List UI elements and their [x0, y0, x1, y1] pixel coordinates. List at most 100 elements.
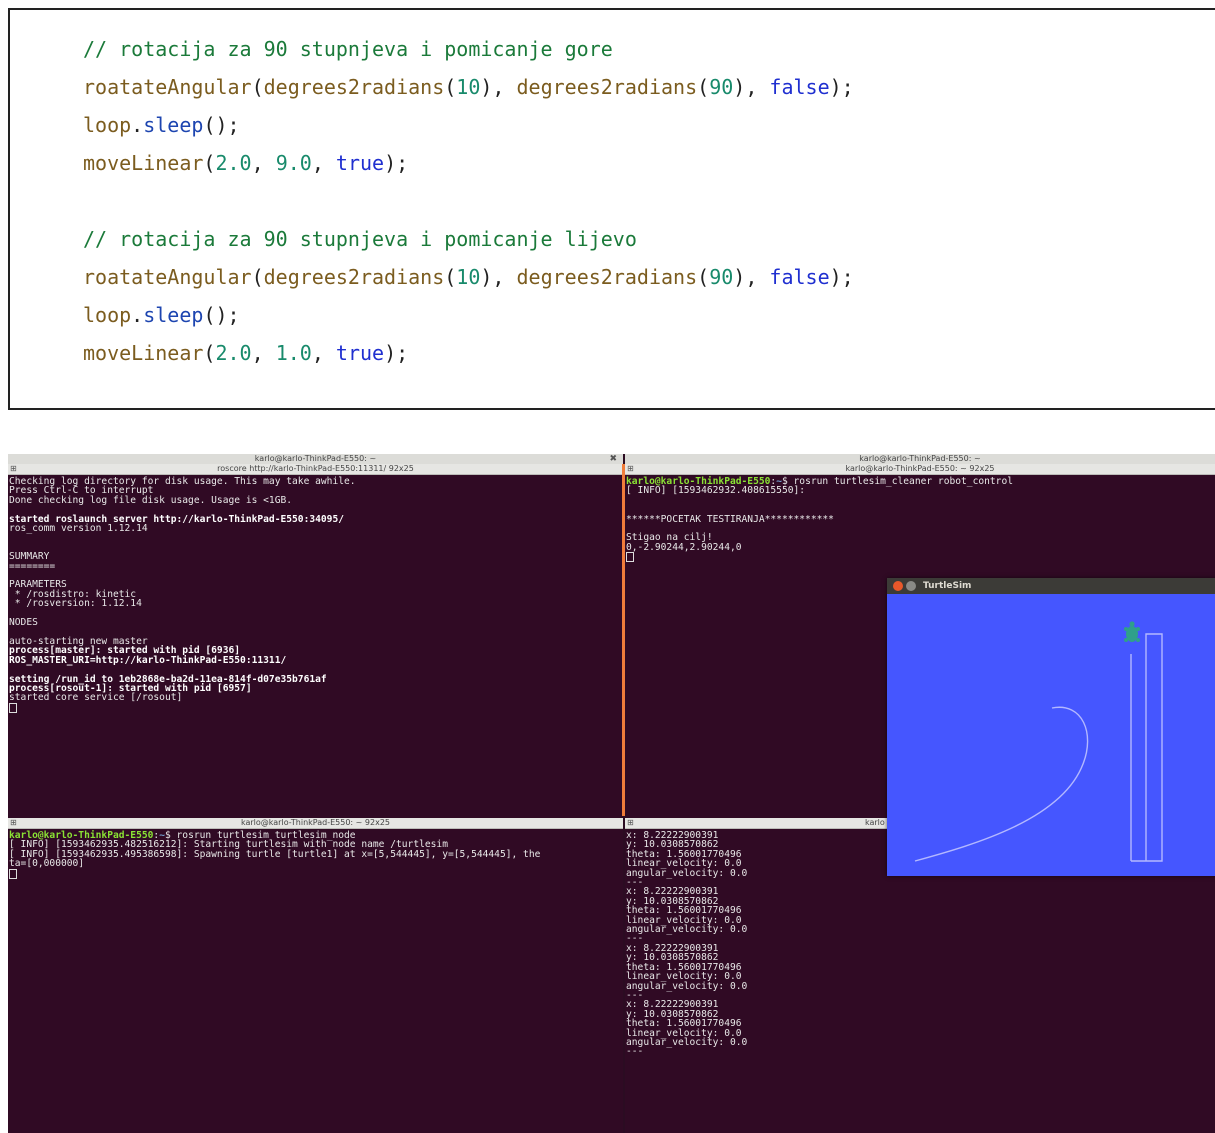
terminal-grid-icon: ⊞: [10, 464, 17, 473]
code-token: 90: [709, 75, 734, 99]
window-close-icon[interactable]: ✖: [609, 454, 617, 464]
code-token: // rotacija za 90 stupnjeva i pomicanje …: [83, 227, 637, 251]
terminal-text: ========: [9, 560, 56, 572]
code-token: ),: [480, 265, 517, 289]
terminal-grid-icon: ⊞: [10, 818, 17, 827]
window-title-right-text: karlo@karlo-ThinkPad-E550: ~: [859, 454, 981, 463]
turtlesim-node-tab-title[interactable]: ⊞ karlo@karlo-ThinkPad-E550: ~ 92x25: [8, 818, 623, 829]
minimize-icon[interactable]: [906, 581, 916, 591]
robot-control-title-text: karlo@karlo-ThinkPad-E550: ~ 92x25: [845, 464, 995, 473]
robot-control-tab-title[interactable]: ⊞ karlo@karlo-ThinkPad-E550: ~ 92x25: [625, 464, 1215, 475]
code-token: .: [131, 303, 144, 327]
terminal-line: angular_velocity: 0.0: [626, 1036, 748, 1048]
code-token: (: [251, 75, 264, 99]
pose-title-text: karlo: [865, 818, 885, 827]
left-terminal-window: karlo@karlo-ThinkPad-E550: ~ ✖ ⊞ roscore…: [8, 454, 623, 1133]
cursor-icon: [9, 702, 17, 713]
code-token: degrees2radians: [263, 75, 445, 99]
code-token: false: [769, 75, 830, 99]
turtlesim-background: [887, 594, 1215, 876]
desktop-screenshot: karlo@karlo-ThinkPad-E550: ~ ✖ ⊞ roscore…: [8, 454, 1215, 1133]
terminal-text: angular_velocity: 0.0: [626, 924, 748, 936]
pose-echo-output[interactable]: x: 8.22222900391 y: 10.0308570862 theta: 1…: [626, 831, 747, 1057]
code-token: (: [444, 265, 457, 289]
close-icon[interactable]: [893, 581, 903, 591]
roscore-tab-title[interactable]: ⊞ roscore http://karlo-ThinkPad-E550:113…: [8, 464, 623, 475]
terminal-grid-icon: ⊞: [627, 464, 634, 473]
terminal-line: Done checking log file disk usage. Usage…: [9, 494, 356, 506]
terminal-line: ---: [626, 1047, 747, 1057]
turtle-leg: [1124, 627, 1128, 631]
terminal-line: ROS_MASTER_URI=http://karlo-ThinkPad-E55…: [9, 655, 356, 665]
terminal-text: [ INFO] [1593462935.495386598]: Spawning…: [9, 848, 541, 860]
code-token: degrees2radians: [516, 75, 698, 99]
turtle-leg: [1136, 638, 1140, 642]
turtlesim-titlebar[interactable]: TurtleSim: [887, 578, 1215, 594]
code-token: );: [384, 341, 409, 365]
code-token: moveLinear: [83, 341, 204, 365]
code-token: );: [384, 151, 409, 175]
turtlesim-node-output[interactable]: karlo@karlo-ThinkPad-E550:~$ rosrun turt…: [9, 831, 540, 880]
code-token: ,: [311, 341, 336, 365]
roscore-output[interactable]: Checking log directory for disk usage. T…: [9, 477, 356, 714]
terminal-line: ========: [9, 560, 356, 572]
code-token: ,: [251, 341, 276, 365]
terminal-line: [ INFO] [1593462932.408615550]:: [626, 486, 1013, 496]
terminal-line: [ INFO] [1593462935.495386598]: Spawning…: [9, 848, 541, 860]
terminal-cursor-line: [626, 552, 1013, 563]
window-title-left-text: karlo@karlo-ThinkPad-E550: ~: [254, 454, 377, 463]
code-token: ,: [251, 151, 276, 175]
terminal-line: ******POCETAK TESTIRANJA************: [626, 513, 1013, 525]
terminal-cursor-line: [9, 868, 540, 880]
terminal-line: 0,-2.90244,2.90244,0: [626, 541, 1013, 553]
cursor-icon: [9, 868, 17, 879]
code-line: moveLinear(2.0, 1.0, true);: [83, 334, 854, 372]
turtle-head: [1129, 621, 1135, 627]
turtlesim-canvas: [887, 594, 1215, 876]
terminal-line: angular_velocity: 0.0: [626, 867, 748, 879]
code-line: loop.sleep();: [83, 106, 854, 144]
terminal-line: NODES: [9, 618, 356, 628]
code-token: (: [697, 75, 710, 99]
terminal-line: started core service [/rosout]: [9, 693, 356, 703]
roscore-title-text: roscore http://karlo-ThinkPad-E550:11311…: [217, 464, 414, 473]
code-token: ();: [203, 303, 240, 327]
code-token: ),: [733, 265, 770, 289]
code-line: loop.sleep();: [83, 296, 854, 334]
code-token: ();: [203, 113, 240, 137]
code-token: (: [444, 75, 457, 99]
terminal-line: SUMMARY: [9, 552, 356, 562]
code-token: (: [251, 265, 264, 289]
terminal-text: ******POCETAK TESTIRANJA************: [626, 513, 834, 525]
terminal-text: angular_velocity: 0.0: [626, 867, 748, 879]
code-token: // rotacija za 90 stupnjeva i pomicanje …: [83, 37, 613, 61]
terminal-text: Done checking log file disk usage. Usage…: [9, 494, 293, 506]
terminal-line: angular_velocity: 0.0: [626, 981, 747, 991]
turtle-leg: [1124, 638, 1128, 642]
code-token: sleep: [143, 113, 204, 137]
code-token: (: [203, 151, 216, 175]
turtlesim-title: TurtleSim: [923, 581, 972, 591]
code-token: );: [829, 75, 854, 99]
code-token: sleep: [143, 303, 204, 327]
code-token: ),: [733, 75, 770, 99]
terminal-text: angular_velocity: 0.0: [626, 1036, 748, 1048]
terminal-text: ros_comm version 1.12.14: [9, 523, 148, 535]
terminal-text: 0,-2.90244,2.90244,0: [626, 541, 742, 553]
code-token: 1.0: [275, 341, 312, 365]
code-token: 90: [709, 265, 734, 289]
code-token: moveLinear: [83, 151, 204, 175]
robot-control-output[interactable]: karlo@karlo-ThinkPad-E550:~$ rosrun turt…: [626, 477, 1013, 564]
turtlesim-node-title-text: karlo@karlo-ThinkPad-E550: ~ 92x25: [240, 818, 391, 827]
terminal-cursor-line: [9, 702, 356, 714]
cursor-icon: [626, 552, 634, 563]
code-token: roatateAngular: [83, 265, 252, 289]
code-line: roatateAngular(degrees2radians(10), degr…: [83, 68, 854, 106]
terminal-text: $ rosrun turtlesim_cleaner robot_control: [781, 476, 1014, 487]
code-token: ,: [311, 151, 336, 175]
